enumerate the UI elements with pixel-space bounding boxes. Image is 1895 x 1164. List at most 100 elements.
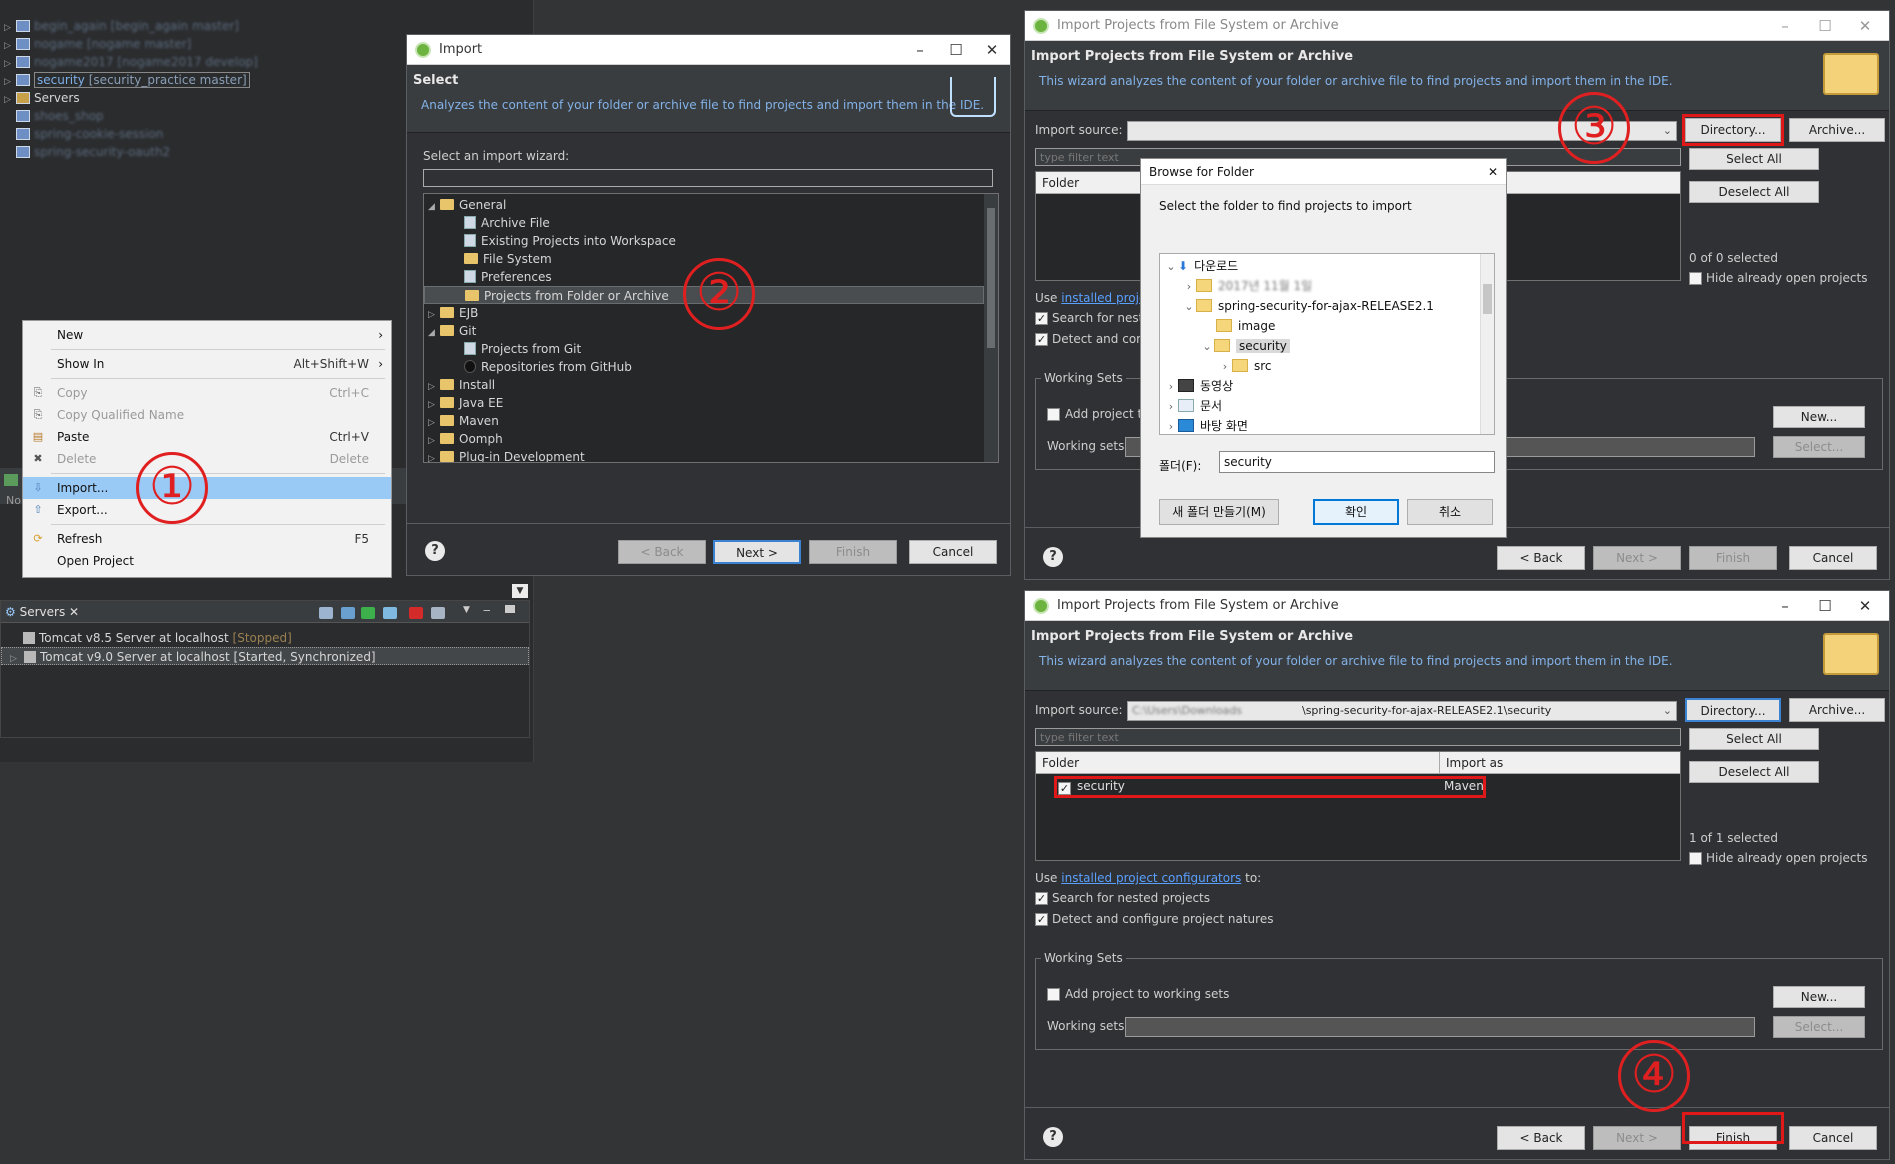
select-working-set-button[interactable]: Select... — [1773, 436, 1865, 458]
add-to-working-sets-checkbox[interactable] — [1047, 988, 1060, 1001]
tree-item-documents[interactable]: › 문서 — [1164, 396, 1222, 416]
server-row[interactable]: Tomcat v8.5 Server at localhost [Stopped… — [9, 629, 292, 647]
tree-item-general[interactable]: ◢ General — [428, 196, 506, 214]
tree-item-src[interactable]: › src — [1218, 356, 1272, 376]
close-icon[interactable]: ✕ — [1847, 11, 1883, 41]
deselect-all-button[interactable]: Deselect All — [1689, 181, 1819, 203]
tree-row-project[interactable]: ▷ nogame [nogame master] — [4, 35, 191, 53]
folder-column-header[interactable]: Folder — [1036, 752, 1440, 774]
tree-item-archive-file[interactable]: Archive File — [464, 214, 550, 232]
archive-button[interactable]: Archive... — [1789, 698, 1885, 722]
tree-item-spring-security-ajax[interactable]: ⌄ spring-security-for-ajax-RELEASE2.1 — [1182, 296, 1434, 316]
minimize-icon[interactable]: – — [1767, 11, 1803, 41]
hide-open-checkbox[interactable] — [1689, 852, 1702, 865]
detect-natures-checkbox[interactable]: ✓ — [1035, 333, 1048, 346]
new-folder-button[interactable]: 새 폴더 만들기(M) — [1159, 499, 1279, 525]
minimize-icon[interactable]: ‒ — [483, 603, 491, 617]
tree-row-folder[interactable]: ▷ Servers — [4, 89, 80, 107]
tree-item-existing-projects[interactable]: Existing Projects into Workspace — [464, 232, 676, 250]
next-button[interactable]: Next > — [1593, 1126, 1681, 1150]
import-source-combo[interactable]: C:\Users\Downloads \spring-security-for-a… — [1127, 701, 1677, 721]
maximize-icon[interactable]: ☐ — [1807, 11, 1843, 41]
tree-row-project-security[interactable]: ▷ security [security_practice master] — [4, 71, 250, 89]
maximize-icon[interactable] — [505, 605, 515, 613]
new-working-set-button[interactable]: New... — [1773, 406, 1865, 428]
next-button[interactable]: Next > — [713, 540, 801, 564]
tree-row-project[interactable]: shoes_shop — [14, 107, 104, 125]
start-icon[interactable] — [361, 607, 375, 619]
menu-item-open-project[interactable]: Open Project — [23, 550, 391, 572]
help-icon[interactable]: ? — [1043, 547, 1063, 567]
minimize-icon[interactable]: – — [902, 35, 938, 65]
detect-natures-checkbox[interactable]: ✓ — [1035, 913, 1048, 926]
deselect-all-button[interactable]: Deselect All — [1689, 761, 1819, 783]
search-nested-checkbox[interactable]: ✓ — [1035, 892, 1048, 905]
menu-item-delete[interactable]: ✖ Delete Delete — [23, 448, 391, 470]
menu-item-refresh[interactable]: ⟳ Refresh F5 — [23, 528, 391, 550]
tree-item-github[interactable]: Repositories from GitHub — [464, 358, 632, 376]
menu-item-new[interactable]: New › — [23, 324, 391, 346]
tree-item-maven[interactable]: ▷ Maven — [428, 412, 499, 430]
tree-item-java-ee[interactable]: ▷ Java EE — [428, 394, 503, 412]
tree-item-install[interactable]: ▷ Install — [428, 376, 495, 394]
tree-item-projects-from-git[interactable]: Projects from Git — [464, 340, 581, 358]
tree-item-oomph[interactable]: ▷ Oomph — [428, 430, 503, 448]
tree-item-plugin-development[interactable]: ▷ Plug-in Development — [428, 448, 585, 462]
tree-item-desktop[interactable]: › 바탕 화면 — [1164, 416, 1248, 434]
tree-item-downloads[interactable]: ⌄ ⬇ 다운로드 — [1164, 256, 1238, 276]
select-working-set-button[interactable]: Select... — [1773, 1016, 1865, 1038]
menu-item-copy-qualified-name[interactable]: ⎘ Copy Qualified Name — [23, 404, 391, 426]
tree-row-project[interactable]: spring-cookie-session — [14, 125, 163, 143]
cancel-button[interactable]: Cancel — [1789, 1126, 1877, 1150]
maximize-icon[interactable]: ☐ — [1807, 591, 1843, 621]
add-to-working-sets-checkbox[interactable] — [1047, 408, 1060, 421]
minimize-icon[interactable]: – — [1767, 591, 1803, 621]
back-button[interactable]: < Back — [1497, 546, 1585, 570]
close-icon[interactable]: ✕ — [69, 605, 79, 619]
tree-item-file-system[interactable]: File System — [464, 250, 552, 268]
cancel-button[interactable]: Cancel — [909, 540, 997, 564]
server-row[interactable]: ▷ Tomcat v9.0 Server at localhost [Starte… — [1, 647, 529, 665]
vertical-scrollbar[interactable] — [1480, 254, 1494, 434]
menu-item-show-in[interactable]: Show In Alt+Shift+W › — [23, 353, 391, 375]
back-button[interactable]: < Back — [1497, 1126, 1585, 1150]
select-all-button[interactable]: Select All — [1689, 728, 1819, 750]
import-as-column-header[interactable]: Import as — [1440, 752, 1680, 774]
profile-icon[interactable] — [383, 607, 397, 619]
folder-input[interactable]: security — [1219, 451, 1495, 473]
collapse-icon[interactable] — [319, 607, 333, 619]
tree-row-project[interactable]: spring-security-oauth2 — [14, 143, 170, 161]
close-icon[interactable]: ✕ — [1488, 159, 1498, 185]
filter-input[interactable]: type filter text — [1035, 728, 1681, 746]
directory-button[interactable]: Directory... — [1685, 698, 1781, 722]
view-menu-icon[interactable]: ▼ — [463, 605, 470, 615]
select-all-button[interactable]: Select All — [1689, 148, 1819, 170]
configurators-link[interactable]: installed project configurators — [1061, 871, 1241, 885]
tree-item-security[interactable]: ⌄ security — [1200, 336, 1290, 356]
next-button[interactable]: Next > — [1593, 546, 1681, 570]
help-icon[interactable]: ? — [425, 541, 445, 561]
publish-icon[interactable] — [431, 607, 445, 619]
close-icon[interactable]: ✕ — [974, 35, 1010, 65]
maximize-icon[interactable]: ☐ — [938, 35, 974, 65]
hide-open-checkbox[interactable] — [1689, 272, 1702, 285]
archive-button[interactable]: Archive... — [1789, 118, 1885, 142]
back-button[interactable]: < Back — [618, 540, 706, 564]
close-icon[interactable]: ✕ — [1847, 591, 1883, 621]
ok-button[interactable]: 확인 — [1313, 499, 1399, 525]
tree-row-project[interactable]: ▷ nogame2017 [nogame2017 develop] — [4, 53, 258, 71]
cancel-button[interactable]: 취소 — [1407, 499, 1493, 525]
tree-item-ejb[interactable]: ▷ EJB — [428, 304, 478, 322]
wizard-filter-input[interactable] — [423, 169, 993, 187]
working-sets-combo[interactable] — [1125, 1017, 1755, 1037]
tab-servers[interactable]: ⚙ Servers ✕ — [5, 604, 79, 620]
finish-button[interactable]: Finish — [1689, 546, 1777, 570]
view-menu-icon[interactable]: ▼ — [512, 584, 528, 598]
menu-item-paste[interactable]: ▤ Paste Ctrl+V — [23, 426, 391, 448]
tree-item-folder[interactable]: › 2017년 11월 1일 — [1182, 276, 1312, 296]
tree-item-preferences[interactable]: Preferences — [464, 268, 552, 286]
tree-row-project[interactable]: ▷ begin_again [begin_again master] — [4, 17, 239, 35]
help-icon[interactable]: ? — [1043, 1127, 1063, 1147]
menu-item-export[interactable]: ⇧ Export... — [23, 499, 391, 521]
cancel-button[interactable]: Cancel — [1789, 546, 1877, 570]
